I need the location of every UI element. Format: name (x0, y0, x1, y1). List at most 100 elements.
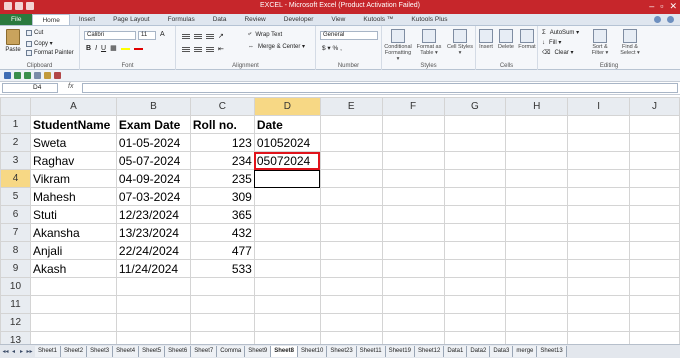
row-header[interactable]: 10 (0, 277, 31, 296)
cell[interactable] (567, 259, 631, 278)
cell[interactable] (567, 295, 631, 314)
cell[interactable] (443, 313, 507, 332)
sheet-tab[interactable]: Data3 (490, 346, 514, 357)
sheet-tab[interactable]: Sheet11 (356, 346, 386, 357)
fx-icon[interactable]: fx (68, 83, 73, 90)
cell[interactable] (319, 259, 383, 278)
cell-c4[interactable]: 235 (189, 169, 255, 188)
cell[interactable] (189, 277, 255, 296)
cell[interactable] (443, 223, 507, 242)
cell-d3-highlighted[interactable]: 05072024 (253, 151, 321, 170)
cell[interactable] (319, 295, 383, 314)
sheet-tab[interactable]: Sheet4 (113, 346, 140, 357)
cell[interactable] (629, 205, 680, 224)
cell[interactable] (629, 313, 680, 332)
cell-styles-button[interactable]: Cell Styles ▾ (446, 29, 474, 56)
close-button[interactable]: ✕ (669, 1, 677, 12)
cell[interactable] (567, 277, 631, 296)
cell[interactable] (319, 187, 383, 206)
cell-a6[interactable]: Stuti (29, 205, 117, 224)
cell-c5[interactable]: 309 (189, 187, 255, 206)
column-header-b[interactable]: B (115, 97, 191, 116)
find-select-button[interactable]: Find & Select ▾ (616, 29, 644, 56)
cell[interactable] (567, 313, 631, 332)
cell[interactable] (29, 295, 117, 314)
cell[interactable] (505, 115, 569, 134)
cell[interactable] (567, 151, 631, 170)
row-header[interactable]: 5 (0, 187, 31, 206)
cell[interactable] (567, 169, 631, 188)
tab-data[interactable]: Data (204, 14, 236, 25)
cell[interactable] (443, 205, 507, 224)
cell[interactable] (319, 241, 383, 260)
italic-button[interactable]: I (95, 45, 97, 52)
sheet-tab[interactable]: Sheet1 (35, 346, 62, 357)
cell[interactable] (629, 259, 680, 278)
insert-cells-button[interactable]: Insert (476, 29, 496, 50)
tab-file[interactable]: File (0, 14, 33, 25)
cell[interactable] (29, 313, 117, 332)
column-header-f[interactable]: F (381, 97, 445, 116)
cell-c6[interactable]: 365 (189, 205, 255, 224)
cell[interactable] (319, 151, 383, 170)
bold-button[interactable]: B (86, 45, 91, 52)
cell[interactable] (505, 133, 569, 152)
tab-kutools-plus[interactable]: Kutools Plus (402, 14, 456, 25)
tab-developer[interactable]: Developer (275, 14, 323, 25)
cell[interactable] (629, 223, 680, 242)
copy-button[interactable]: Copy ▾ (26, 40, 53, 47)
next-sheet-button[interactable]: ▸ (18, 348, 25, 355)
orientation-icon[interactable]: ↗ (218, 32, 224, 40)
cell-c7[interactable]: 432 (189, 223, 255, 242)
cell[interactable] (319, 115, 383, 134)
cell-a3[interactable]: Raghav (29, 151, 117, 170)
column-header-i[interactable]: I (567, 97, 631, 116)
formula-input[interactable] (82, 83, 678, 93)
cell-b3[interactable]: 05-07-2024 (115, 151, 191, 170)
print-icon[interactable] (34, 72, 41, 79)
sheet-tab[interactable]: Sheet7 (191, 346, 218, 357)
column-header-e[interactable]: E (319, 97, 383, 116)
cell[interactable] (505, 205, 569, 224)
sheet-tab[interactable]: merge (513, 346, 538, 357)
cell[interactable] (253, 295, 321, 314)
sheet-tab[interactable]: Sheet3 (87, 346, 114, 357)
cell-a4[interactable]: Vikram (29, 169, 117, 188)
row-header[interactable]: 3 (0, 151, 31, 170)
cell[interactable] (567, 187, 631, 206)
cell-c3[interactable]: 234 (189, 151, 255, 170)
save-icon[interactable] (4, 72, 11, 79)
customize-icon[interactable] (54, 72, 61, 79)
sheet-tab[interactable]: Comma (217, 346, 246, 357)
first-sheet-button[interactable]: ◂◂ (2, 348, 9, 355)
font-color-icon[interactable] (133, 45, 143, 52)
cell[interactable] (319, 313, 383, 332)
cell[interactable] (629, 241, 680, 260)
conditional-formatting-button[interactable]: Conditional Formatting ▾ (384, 29, 412, 62)
tab-page-layout[interactable]: Page Layout (104, 14, 159, 25)
cell[interactable] (443, 259, 507, 278)
align-middle-icon[interactable] (194, 33, 202, 39)
cell[interactable] (629, 277, 680, 296)
cell[interactable] (567, 133, 631, 152)
row-header[interactable]: 1 (0, 115, 31, 134)
sheet-tab-active[interactable]: Sheet8 (271, 346, 298, 357)
sheet-tab[interactable]: Sheet9 (245, 346, 272, 357)
font-name-select[interactable]: Calibri (84, 31, 136, 40)
cell[interactable] (381, 133, 445, 152)
cell-a5[interactable]: Mahesh (29, 187, 117, 206)
cell-b4[interactable]: 04-09-2024 (115, 169, 191, 188)
cell[interactable] (505, 187, 569, 206)
undo-icon[interactable] (14, 72, 21, 79)
cell-d8[interactable] (253, 241, 321, 260)
sheet-tab[interactable]: Sheet23 (327, 346, 357, 357)
cell[interactable] (629, 133, 680, 152)
cell[interactable] (443, 151, 507, 170)
cell[interactable] (629, 295, 680, 314)
cell[interactable] (505, 151, 569, 170)
cell-c2[interactable]: 123 (189, 133, 255, 152)
cell-b9[interactable]: 11/24/2024 (115, 259, 191, 278)
redo-icon[interactable] (24, 72, 31, 79)
column-header-d[interactable]: D (253, 97, 321, 116)
cell[interactable] (443, 115, 507, 134)
